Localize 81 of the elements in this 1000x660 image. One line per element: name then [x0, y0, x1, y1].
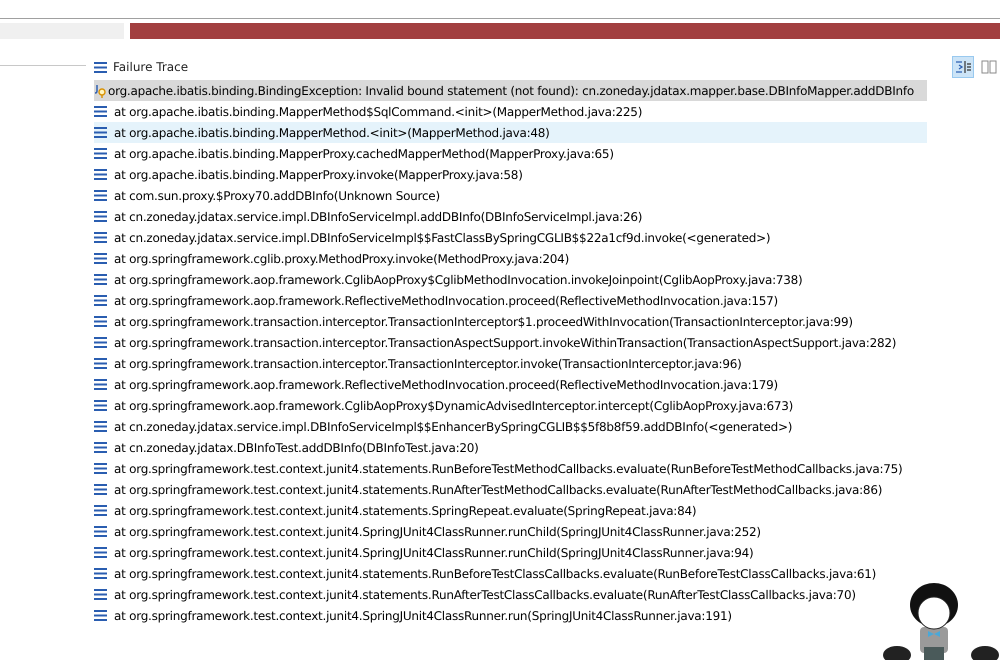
trace-text: at org.springframework.transaction.interceptor.TransactionAspectSupport.invokeWithinTransaction(TransactionAspectSupport.java:282) [114, 336, 896, 350]
trace-text: at org.springframework.test.context.junit4.SpringJUnit4ClassRunner.run(SpringJUnit4ClassRunner.java:191) [114, 608, 732, 622]
stack-frame-icon [94, 337, 107, 348]
stack-frame-icon [94, 568, 107, 579]
trace-text: at org.apache.ibatis.binding.MapperMethod$SqlCommand.<init>(MapperMethod.java:225) [114, 104, 642, 118]
trace-row[interactable]: at org.apache.ibatis.binding.MapperMethod$SqlCommand.<init>(MapperMethod.java:225) [94, 101, 646, 122]
trace-text: at cn.zoneday.jdatax.service.impl.DBInfoServiceImpl$$FastClassBySpringCGLIB$$22a1cf9d.invoke(<generated>) [114, 230, 770, 244]
panel-title: Failure Trace [113, 60, 188, 74]
trace-row[interactable]: at org.springframework.test.context.junit4.statements.RunAfterTestMethodCallbacks.evaluate(RunAfterTestMethodCallbacks.java:86) [94, 479, 886, 500]
trace-row[interactable]: at cn.zoneday.jdatax.service.impl.DBInfoServiceImpl$$EnhancerBySpringCGLIB$$5f8b8f59.addDBInfo(<generated>) [94, 416, 796, 437]
trace-row[interactable]: at cn.zoneday.jdatax.service.impl.DBInfoServiceImpl.addDBInfo(DBInfoServiceImpl.java:26) [94, 206, 646, 227]
trace-row[interactable]: at org.springframework.test.context.junit4.statements.RunAfterTestClassCallbacks.evaluate(RunAfterTestClassCallbacks.java:70) [94, 584, 860, 605]
trace-text: at org.springframework.transaction.interceptor.TransactionInterceptor.invoke(TransactionInterceptor.java:96) [114, 356, 742, 370]
stack-frame-icon [94, 589, 107, 600]
trace-text: at org.springframework.test.context.junit4.statements.RunBeforeTestMethodCallbacks.evaluate(RunBeforeTestMethodCallbacks.java:75) [114, 462, 902, 476]
trace-row[interactable]: at org.springframework.transaction.interceptor.TransactionAspectSupport.invokeWithinTransaction(TransactionAspectSupport.java:282) [94, 332, 900, 353]
trace-row[interactable]: at org.springframework.aop.framework.ReflectiveMethodInvocation.proceed(ReflectiveMethodInvocation.java:157) [94, 290, 782, 311]
trace-text: at org.springframework.transaction.interceptor.TransactionInterceptor$1.proceedWithInvocation(TransactionInterceptor.java:99) [114, 314, 853, 328]
trace-text: at cn.zoneday.jdatax.service.impl.DBInfoServiceImpl$$EnhancerBySpringCGLIB$$5f8b8f59.addDBInfo(<generated>) [114, 420, 792, 434]
trace-row[interactable]: at org.apache.ibatis.binding.MapperMethod.<init>(MapperMethod.java:48) [94, 122, 927, 143]
stack-frame-icon [94, 169, 107, 180]
trace-row[interactable]: at org.springframework.aop.framework.CglibAopProxy$DynamicAdvisedInterceptor.intercept(CglibAopProxy.java:673) [94, 395, 798, 416]
trace-text: at org.springframework.aop.framework.CglibAopProxy$CglibMethodInvocation.invokeJoinpoint(CglibAopProxy.java:738) [114, 272, 802, 286]
trace-text: at org.springframework.test.context.junit4.statements.RunAfterTestMethodCallbacks.evaluate(RunAfterTestMethodCallbacks.java:86) [114, 482, 882, 496]
stack-frame-icon [94, 127, 107, 138]
trace-row[interactable]: at org.springframework.test.context.junit4.statements.RunBeforeTestMethodCallbacks.evaluate(RunBeforeTestMethodCallbacks.java:75) [94, 458, 906, 479]
trace-row[interactable]: org.apache.ibatis.binding.BindingException: Invalid bound statement (not found): cn.zoneday.jdatax.mapper.base.DBInfoMapper.addDBInfo [94, 80, 927, 101]
trace-row[interactable]: at org.springframework.test.context.junit4.SpringJUnit4ClassRunner.runChild(SpringJUnit4ClassRunner.java:252) [94, 521, 765, 542]
stack-frame-icon [94, 484, 107, 495]
trace-row[interactable]: at org.apache.ibatis.binding.MapperProxy.invoke(MapperProxy.java:58) [94, 164, 527, 185]
trace-text: at org.springframework.cglib.proxy.MethodProxy.invoke(MethodProxy.java:204) [114, 252, 569, 266]
stack-frame-icon [94, 610, 107, 621]
trace-row[interactable]: at org.springframework.test.context.junit4.statements.SpringRepeat.evaluate(SpringRepeat.java:84) [94, 500, 700, 521]
stack-frame-icon [94, 232, 107, 243]
trace-icon [94, 62, 107, 72]
stack-frame-icon [94, 253, 107, 264]
trace-row[interactable]: at org.springframework.aop.framework.CglibAopProxy$CglibMethodInvocation.invokeJoinpoint(CglibAopProxy.java:738) [94, 269, 806, 290]
trace-row[interactable]: at cn.zoneday.jdatax.service.impl.DBInfoServiceImpl$$FastClassBySpringCGLIB$$22a1cf9d.invoke(<generated>) [94, 227, 774, 248]
stack-frame-icon [94, 379, 107, 390]
stack-frame-icon [94, 211, 107, 222]
trace-row[interactable]: at org.springframework.transaction.interceptor.TransactionInterceptor$1.proceedWithInvocation(TransactionInterceptor.java:99) [94, 311, 857, 332]
stack-frame-icon [94, 526, 107, 537]
trace-text: at cn.zoneday.jdatax.DBInfoTest.addDBInfo(DBInfoTest.java:20) [114, 440, 479, 454]
stack-frame-icon [94, 190, 107, 201]
trace-text: at org.springframework.aop.framework.ReflectiveMethodInvocation.proceed(ReflectiveMethodInvocation.java:179) [114, 378, 778, 392]
trace-row[interactable]: at org.springframework.cglib.proxy.MethodProxy.invoke(MethodProxy.java:204) [94, 248, 573, 269]
trace-text: at org.springframework.test.context.junit4.SpringJUnit4ClassRunner.runChild(SpringJUnit4ClassRunner.java:94) [114, 546, 754, 560]
stack-frame-icon [94, 358, 107, 369]
trace-text: at org.springframework.test.context.junit4.SpringJUnit4ClassRunner.runChild(SpringJUnit4ClassRunner.java:252) [114, 524, 761, 538]
trace-text: at org.springframework.test.context.junit4.statements.RunBeforeTestClassCallbacks.evaluate(RunBeforeTestClassCallbacks.java:61) [114, 566, 876, 580]
trace-text: at com.sun.proxy.$Proxy70.addDBInfo(Unknown Source) [114, 188, 440, 202]
trace-text: at org.springframework.test.context.junit4.statements.RunAfterTestClassCallbacks.evaluate(RunAfterTestClassCallbacks.java:70) [114, 588, 856, 602]
trace-text: at cn.zoneday.jdatax.service.impl.DBInfoServiceImpl.addDBInfo(DBInfoServiceImpl.java:26) [114, 210, 642, 224]
trace-row[interactable]: at org.springframework.transaction.interceptor.TransactionInterceptor.invoke(TransactionInterceptor.java:96) [94, 353, 746, 374]
exception-icon [94, 84, 106, 98]
trace-text: at org.apache.ibatis.binding.MapperProxy.invoke(MapperProxy.java:58) [114, 168, 523, 182]
trace-text: at org.apache.ibatis.binding.MapperProxy.cachedMapperMethod(MapperProxy.java:65) [114, 146, 614, 160]
stack-frame-icon [94, 421, 107, 432]
stack-frame-icon [94, 295, 107, 306]
stack-frame-icon [94, 274, 107, 285]
trace-row[interactable]: at cn.zoneday.jdatax.DBInfoTest.addDBInfo(DBInfoTest.java:20) [94, 437, 483, 458]
stack-frame-icon [94, 400, 107, 411]
trace-text: org.apache.ibatis.binding.BindingException: Invalid bound statement (not found): cn.zoneday.jdatax.mapper.base.DBInfoMapper.addDBInfo [108, 84, 914, 98]
trace-text: at org.apache.ibatis.binding.MapperMethod.<init>(MapperMethod.java:48) [114, 126, 550, 140]
stack-frame-icon [94, 547, 107, 558]
trace-row[interactable]: at org.springframework.test.context.junit4.SpringJUnit4ClassRunner.run(SpringJUnit4ClassRunner.java:191) [94, 605, 736, 626]
trace-row[interactable]: at com.sun.proxy.$Proxy70.addDBInfo(Unknown Source) [94, 185, 444, 206]
stack-frame-icon [94, 505, 107, 516]
trace-text: at org.springframework.aop.framework.CglibAopProxy$DynamicAdvisedInterceptor.intercept(CglibAopProxy.java:673) [114, 398, 794, 412]
stack-frame-icon [94, 148, 107, 159]
stack-frame-icon [94, 106, 107, 117]
stack-frame-icon [94, 463, 107, 474]
stack-frame-icon [94, 442, 107, 453]
trace-row[interactable]: at org.springframework.test.context.junit4.statements.RunBeforeTestClassCallbacks.evaluate(RunBeforeTestClassCallbacks.java:61) [94, 563, 880, 584]
trace-row[interactable]: at org.springframework.aop.framework.ReflectiveMethodInvocation.proceed(ReflectiveMethodInvocation.java:179) [94, 374, 782, 395]
trace-text: at org.springframework.test.context.junit4.statements.SpringRepeat.evaluate(SpringRepeat.java:84) [114, 504, 696, 518]
trace-row[interactable]: at org.apache.ibatis.binding.MapperProxy.cachedMapperMethod(MapperProxy.java:65) [94, 143, 618, 164]
trace-row[interactable]: at org.springframework.test.context.junit4.SpringJUnit4ClassRunner.runChild(SpringJUnit4ClassRunner.java:94) [94, 542, 758, 563]
trace-text: at org.springframework.aop.framework.ReflectiveMethodInvocation.proceed(ReflectiveMethodInvocation.java:157) [114, 294, 778, 308]
filter-button[interactable] [952, 56, 974, 78]
stack-frame-icon [94, 316, 107, 327]
